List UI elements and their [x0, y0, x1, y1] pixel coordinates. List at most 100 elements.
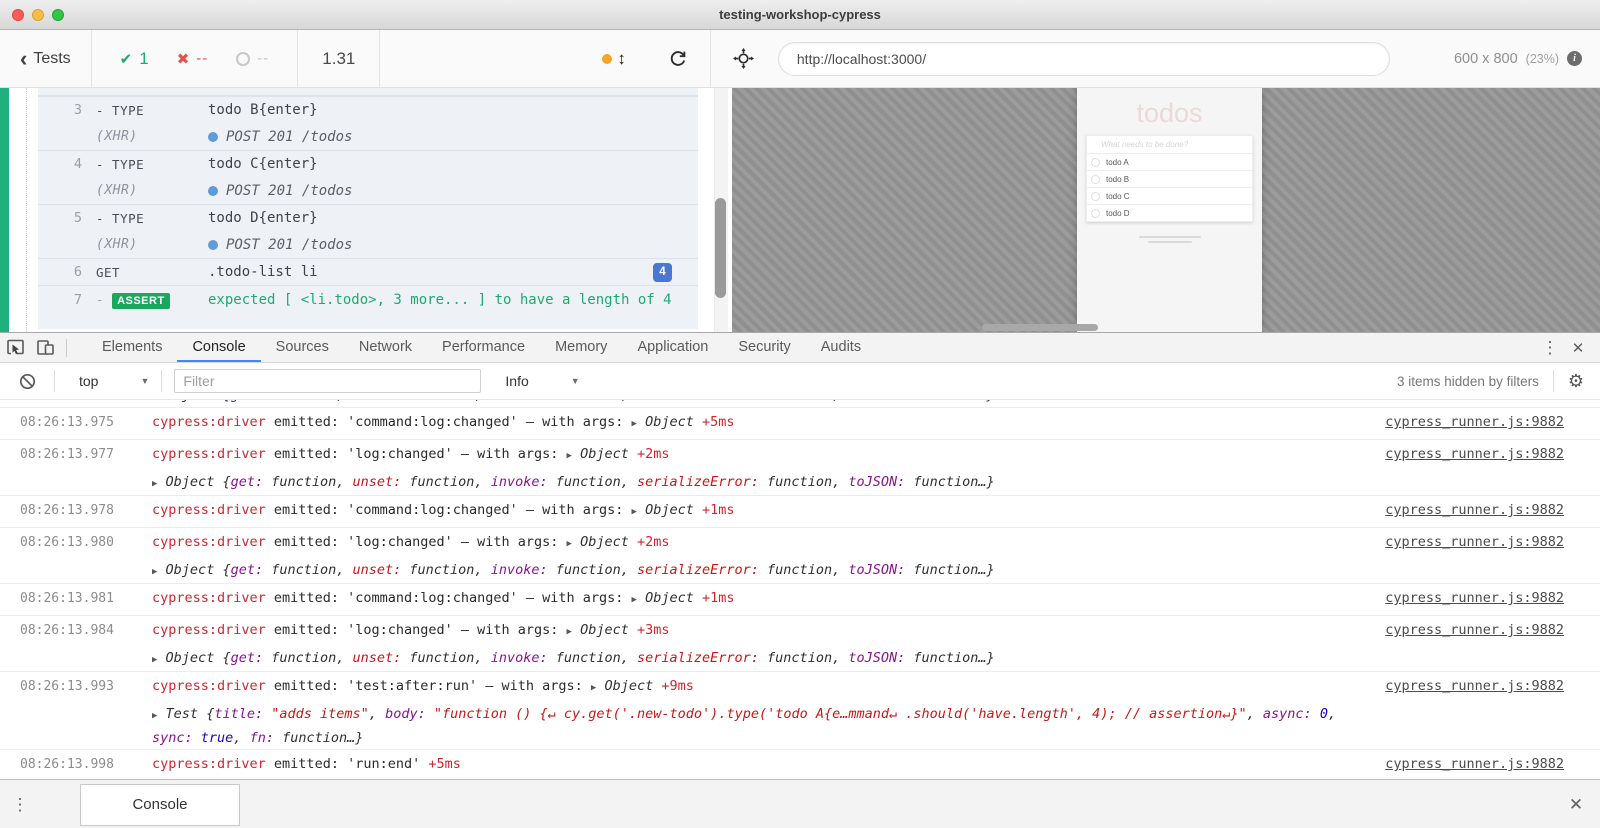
minimize-window-button[interactable] [32, 9, 44, 21]
message-body: cypress:driver emitted: 'command:log:cha… [152, 496, 735, 527]
inspect-cursor-icon [6, 338, 25, 357]
log-token: function, [401, 474, 490, 490]
todo-item[interactable]: todo D [1087, 204, 1252, 221]
todo-toggle-checkbox[interactable] [1091, 158, 1100, 167]
devtools-close-button[interactable]: ✕ [1566, 339, 1590, 357]
command-method: - TYPE [96, 211, 208, 226]
drawer-menu-button[interactable]: ⋮ [8, 795, 32, 815]
tab-sources[interactable]: Sources [261, 333, 344, 362]
drawer-close-button[interactable]: ✕ [1564, 795, 1588, 815]
command-number: 4 [38, 156, 82, 172]
console-entry: 08:26:13.978cypress:driver emitted: 'com… [0, 495, 1600, 527]
pending-stat[interactable]: -- [236, 50, 269, 67]
log-level-selector[interactable]: Info ▼ [505, 373, 579, 389]
info-icon[interactable]: i [1567, 51, 1582, 66]
command-row[interactable]: 5- TYPEtodo D{enter} [38, 204, 698, 231]
tab-application[interactable]: Application [622, 333, 723, 362]
log-token: Test { [157, 706, 214, 722]
command-row[interactable]: (XHR)POST 201 /todos [38, 231, 698, 258]
execution-context-selector[interactable]: top ▼ [79, 373, 149, 389]
log-token: Object [572, 622, 629, 638]
command-row[interactable]: 6GET.todo-list li4 [38, 258, 698, 285]
clear-console-button[interactable] [12, 367, 42, 395]
device-toolbar-button[interactable] [30, 334, 60, 362]
source-link[interactable]: cypress_runner.js:9882 [1385, 440, 1564, 469]
log-level-value: Info [505, 373, 528, 389]
log-token: async: [1263, 706, 1312, 722]
tab-memory[interactable]: Memory [540, 333, 622, 362]
todo-toggle-checkbox[interactable] [1091, 175, 1100, 184]
log-token: body: [385, 706, 426, 722]
footer-text-line [1148, 241, 1192, 243]
maximize-window-button[interactable] [52, 9, 64, 21]
device-toggle-icon [36, 338, 55, 357]
object-preview-line[interactable]: ▶ Object {get: function, unset: function… [0, 471, 1600, 495]
object-preview-line[interactable]: ▶ Test {title: "adds items", body: "func… [0, 703, 1600, 727]
tab-audits[interactable]: Audits [806, 333, 876, 362]
message-body: cypress:driver emitted: 'test:after:run'… [152, 672, 694, 703]
command-row[interactable]: 3- TYPEtodo B{enter} [38, 96, 698, 123]
log-token: emitted: 'command:log:changed' – with ar… [266, 502, 632, 518]
log-token: function…} [905, 400, 994, 403]
log-token: toJSON: [848, 400, 905, 403]
chevron-down-icon: ▼ [571, 376, 580, 386]
object-preview-line[interactable]: ▶ Object {get: function, unset: function… [0, 559, 1600, 583]
crosshair-icon [733, 48, 754, 69]
log-token: Object { [157, 474, 230, 490]
passed-stat[interactable]: ✔ 1 [120, 49, 149, 69]
source-link[interactable]: cypress_runner.js:9882 [1385, 408, 1564, 437]
tab-elements[interactable]: Elements [87, 333, 177, 362]
command-row[interactable]: 7- ASSERTexpected [ <li.todo>, 3 more...… [38, 285, 698, 329]
todo-item[interactable]: todo A [1087, 153, 1252, 170]
command-row[interactable]: (XHR)POST 201 /todos [38, 123, 698, 150]
viewport-scale-indicator[interactable]: ↕ [602, 49, 626, 69]
console-settings-gear-icon[interactable]: ⚙ [1568, 371, 1584, 392]
scrollbar-thumb[interactable] [715, 198, 726, 298]
url-input[interactable] [778, 42, 1390, 76]
log-token: cypress:driver [152, 502, 266, 518]
inspect-element-button[interactable] [0, 334, 30, 362]
todo-item[interactable]: todo B [1087, 170, 1252, 187]
log-token: +2ms [629, 446, 670, 462]
source-link[interactable]: cypress_runner.js:9882 [1385, 528, 1564, 557]
todo-label: todo C [1106, 192, 1130, 201]
cypress-toolbar: ‹ Tests ✔ 1 ✖ -- -- 1.31 ↕ [0, 30, 1600, 88]
timestamp: 08:26:13.993 [20, 672, 136, 701]
xhr-dot-icon [208, 240, 218, 250]
command-number: 3 [38, 102, 82, 118]
tab-performance[interactable]: Performance [427, 333, 540, 362]
selector-playground-button[interactable] [733, 48, 754, 69]
preview-horizontal-scrollbar-thumb[interactable] [982, 324, 1098, 331]
todo-toggle-checkbox[interactable] [1091, 209, 1100, 218]
log-token: serializeError: [637, 650, 759, 666]
close-window-button[interactable] [12, 9, 24, 21]
source-link[interactable]: cypress_runner.js:9882 [1385, 672, 1564, 701]
object-preview-line[interactable]: ▶ Object {get: function, unset: function… [0, 647, 1600, 671]
assert-message: expected [ <li.todo>, 3 more... ] to hav… [208, 290, 672, 311]
new-todo-input[interactable]: What needs to be done? [1087, 136, 1252, 153]
command-row[interactable]: (XHR)POST 201 /todos [38, 177, 698, 204]
drawer-console-tab[interactable]: Console [80, 784, 240, 826]
log-token: , [369, 706, 385, 722]
tab-console[interactable]: Console [177, 333, 260, 362]
failed-stat[interactable]: ✖ -- [177, 50, 209, 68]
source-link[interactable]: cypress_runner.js:9882 [1385, 496, 1564, 525]
log-token: function…} [274, 730, 363, 746]
tab-security[interactable]: Security [723, 333, 805, 362]
refresh-button[interactable] [668, 49, 688, 69]
command-row[interactable]: 4- TYPEtodo C{enter} [38, 150, 698, 177]
devtools-menu-button[interactable]: ⋮ [1538, 338, 1562, 358]
log-token [193, 730, 201, 746]
todo-item[interactable]: todo C [1087, 187, 1252, 204]
source-link[interactable]: cypress_runner.js:9882 [1385, 616, 1564, 645]
log-token: emitted: 'command:log:changed' – with ar… [266, 414, 632, 430]
todo-toggle-checkbox[interactable] [1091, 192, 1100, 201]
back-to-tests-button[interactable]: ‹ Tests [0, 30, 91, 87]
object-preview-line[interactable]: sync: true, fn: function…} [0, 727, 1600, 749]
tab-network[interactable]: Network [344, 333, 427, 362]
updown-arrow-icon: ↕ [617, 49, 626, 69]
source-link[interactable]: cypress_runner.js:9882 [1385, 750, 1564, 779]
source-link[interactable]: cypress_runner.js:9882 [1385, 584, 1564, 613]
console-entry: 08:26:13.981cypress:driver emitted: 'com… [0, 583, 1600, 615]
console-filter-input[interactable] [174, 369, 481, 393]
